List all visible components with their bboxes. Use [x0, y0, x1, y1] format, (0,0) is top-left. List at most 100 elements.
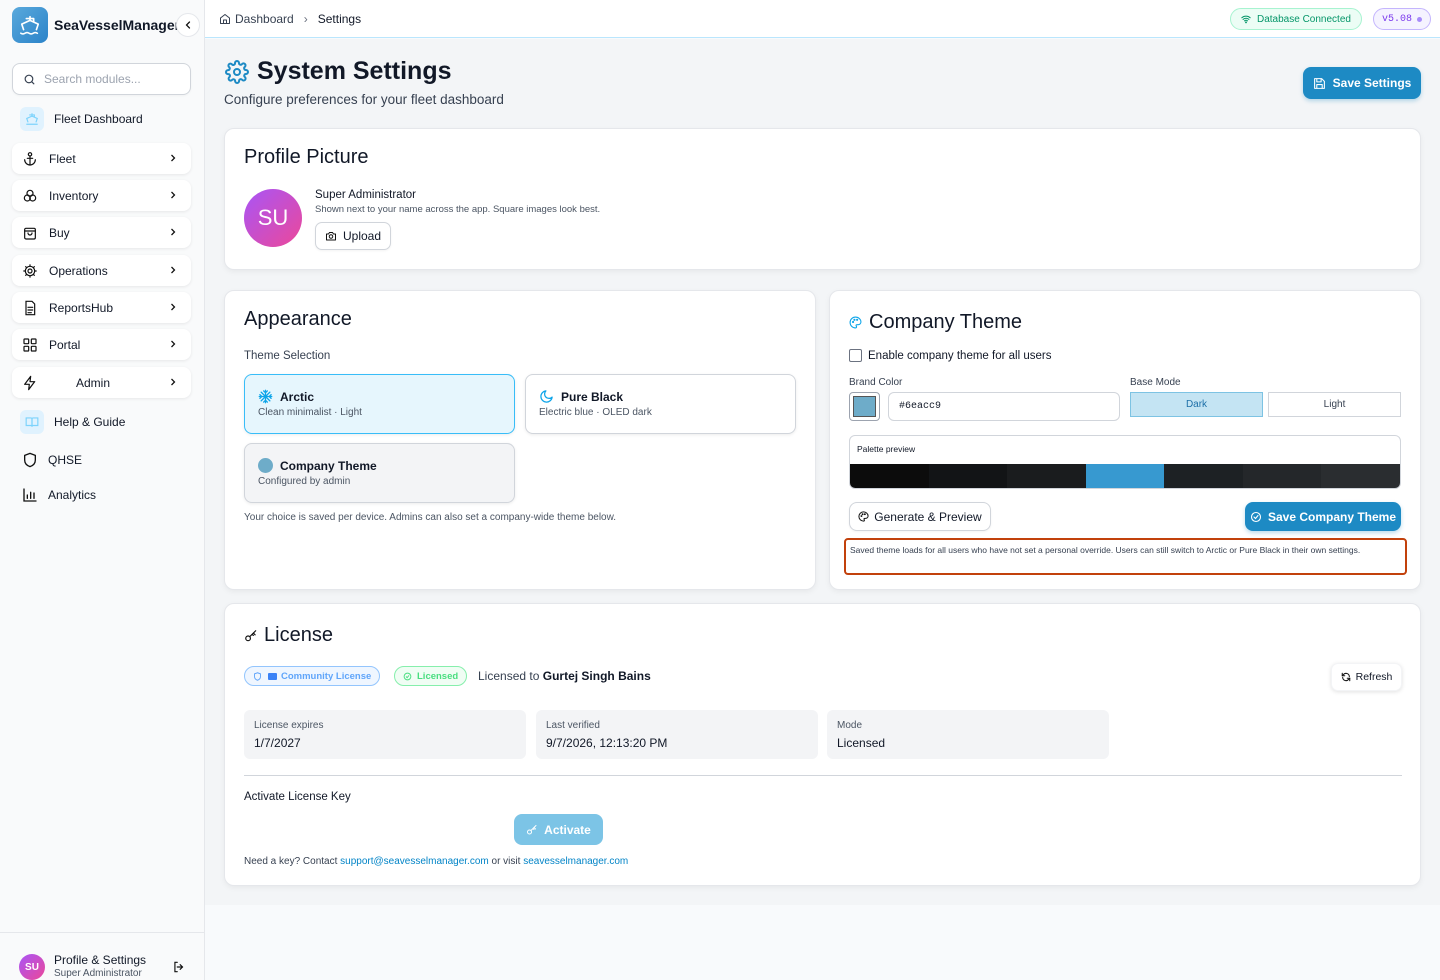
- page-title: System Settings: [257, 57, 452, 85]
- activate-license-heading: Activate License Key: [244, 791, 351, 803]
- checkbox[interactable]: [849, 349, 862, 362]
- divider: [244, 775, 1402, 776]
- profile-avatar: SU: [244, 189, 302, 247]
- brand-color-label: Brand Color: [849, 377, 903, 388]
- theme-option-title: Pure Black: [561, 390, 624, 404]
- sidebar-group-portal[interactable]: Portal: [12, 329, 191, 360]
- sidebar-item-help[interactable]: Help & Guide: [20, 410, 125, 434]
- book-icon: [20, 410, 44, 434]
- search-input[interactable]: [44, 72, 184, 86]
- sidebar-item-label: QHSE: [48, 453, 83, 467]
- license-type-text: Community License: [281, 670, 372, 682]
- save-icon: [1313, 77, 1325, 89]
- licensed-to: Licensed to Gurtej Singh Bains: [478, 669, 651, 683]
- activate-button[interactable]: Activate: [514, 814, 603, 845]
- enable-company-theme[interactable]: Enable company theme for all users: [849, 349, 1051, 362]
- base-mode-label: Base Mode: [1130, 377, 1181, 388]
- top-bar: Dashboard › Settings Database Connected …: [205, 0, 1440, 38]
- snowflake-icon: [258, 389, 273, 404]
- palette-swatch: [1242, 464, 1322, 488]
- palette-icon: [849, 316, 862, 329]
- help-prefix: Need a key? Contact: [244, 856, 338, 867]
- mode-light-button[interactable]: Light: [1268, 392, 1401, 417]
- mode-tile: Mode Licensed: [827, 710, 1109, 759]
- sidebar-group-fleet[interactable]: Fleet: [12, 143, 191, 174]
- save-settings-button[interactable]: Save Settings: [1303, 67, 1421, 99]
- module-search[interactable]: [12, 63, 191, 95]
- save-company-theme-button[interactable]: Save Company Theme: [1245, 502, 1401, 531]
- collapse-sidebar-button[interactable]: [176, 13, 200, 37]
- theme-option-pure-black[interactable]: Pure Black Electric blue · OLED dark: [525, 374, 796, 434]
- sidebar-item-analytics[interactable]: Analytics: [22, 487, 96, 503]
- profile-footer[interactable]: SU Profile & Settings Super Administrato…: [0, 932, 204, 980]
- sidebar-group-inventory[interactable]: Inventory: [12, 180, 191, 211]
- sidebar-group-operations[interactable]: Operations: [12, 255, 191, 286]
- tile-label: Mode: [837, 720, 863, 731]
- brand[interactable]: SeaVesselManager: [12, 7, 180, 43]
- theme-option-title: Arctic: [280, 390, 315, 404]
- version-text: v5.08: [1382, 13, 1413, 25]
- grid-icon: [22, 337, 38, 353]
- logout-icon[interactable]: [172, 960, 186, 974]
- palette-preview-label: Palette preview: [857, 444, 916, 454]
- brand-color-picker[interactable]: [849, 392, 880, 421]
- theme-option-subtitle: Electric blue · OLED dark: [539, 407, 652, 418]
- moon-icon: [540, 390, 553, 403]
- page-header: System Settings: [225, 57, 452, 86]
- theme-option-arctic[interactable]: Arctic Clean minimalist · Light: [244, 374, 515, 434]
- brand-color-input[interactable]: #6eacc9: [888, 392, 1120, 421]
- sidebar-group-buy[interactable]: Buy: [12, 217, 191, 248]
- chevron-right-icon: [171, 266, 176, 274]
- database-status-text: Database Connected: [1257, 13, 1351, 25]
- tile-value: Licensed: [837, 736, 886, 750]
- last-verified-tile: Last verified 9/7/2026, 12:13:20 PM: [536, 710, 818, 759]
- breadcrumb-separator-icon: ›: [303, 12, 308, 26]
- shopping-bag-icon: [22, 225, 38, 241]
- help-mid: or visit: [491, 856, 521, 867]
- profile-picture-card: Profile Picture SU Super Administrator S…: [224, 128, 1421, 270]
- activate-label: Activate: [544, 822, 591, 837]
- main-content: System Settings Configure preferences fo…: [205, 39, 1440, 905]
- id-card-icon: [268, 672, 277, 680]
- tile-value: 9/7/2026, 12:13:20 PM: [546, 736, 668, 750]
- chevron-right-icon: [171, 378, 176, 386]
- version-badge[interactable]: v5.08: [1373, 8, 1432, 30]
- check-circle-icon: [403, 672, 412, 680]
- profile-role: Super Administrator: [54, 968, 142, 979]
- theme-selection-label: Theme Selection: [244, 350, 331, 362]
- license-status-badge: Licensed: [394, 666, 468, 686]
- chevron-right-icon: [171, 154, 176, 162]
- ship-logo-icon: [12, 7, 48, 43]
- sidebar-item-label: Inventory: [49, 188, 99, 203]
- sidebar-item-label: Portal: [49, 337, 81, 352]
- sidebar-item-fleet-dashboard[interactable]: Fleet Dashboard: [20, 107, 143, 131]
- license-status-text: Licensed: [417, 670, 459, 682]
- upload-button[interactable]: Upload: [315, 222, 391, 250]
- generate-preview-label: Generate & Preview: [874, 509, 982, 524]
- chevron-right-icon: [171, 191, 176, 199]
- palette-preview: Palette preview: [849, 435, 1401, 489]
- appearance-card: Appearance Theme Selection Arctic Clean …: [224, 290, 816, 590]
- company-theme-card: Company Theme Enable company theme for a…: [829, 290, 1421, 590]
- mode-dark-button[interactable]: Dark: [1130, 392, 1263, 417]
- brand-color-swatch: [853, 396, 876, 417]
- sidebar-group-admin[interactable]: Admin: [12, 367, 191, 398]
- breadcrumb-dashboard[interactable]: Dashboard: [235, 12, 294, 26]
- refresh-button[interactable]: Refresh: [1331, 663, 1402, 691]
- company-theme-title-row: Company Theme: [849, 311, 1022, 334]
- website-link[interactable]: seavesselmanager.com: [523, 856, 628, 867]
- sidebar-item-label: ReportsHub: [49, 300, 114, 315]
- chevron-right-icon: [171, 228, 176, 236]
- home-icon[interactable]: [219, 13, 231, 25]
- licensed-to-prefix: Licensed to: [478, 669, 540, 683]
- key-icon: [527, 824, 537, 834]
- palette-swatch: [1007, 464, 1086, 488]
- company-theme-note: Saved theme loads for all users who have…: [844, 538, 1407, 575]
- license-card: License Community License Licensed Licen…: [224, 603, 1421, 886]
- sidebar-group-reportshub[interactable]: ReportsHub: [12, 292, 191, 323]
- generate-preview-button[interactable]: Generate & Preview: [849, 502, 991, 531]
- sidebar-item-qhse[interactable]: QHSE: [22, 452, 82, 468]
- support-email-link[interactable]: support@seavesselmanager.com: [340, 856, 489, 867]
- license-help-text: Need a key? Contact support@seavesselman…: [244, 856, 628, 867]
- theme-option-company[interactable]: Company Theme Configured by admin: [244, 443, 515, 503]
